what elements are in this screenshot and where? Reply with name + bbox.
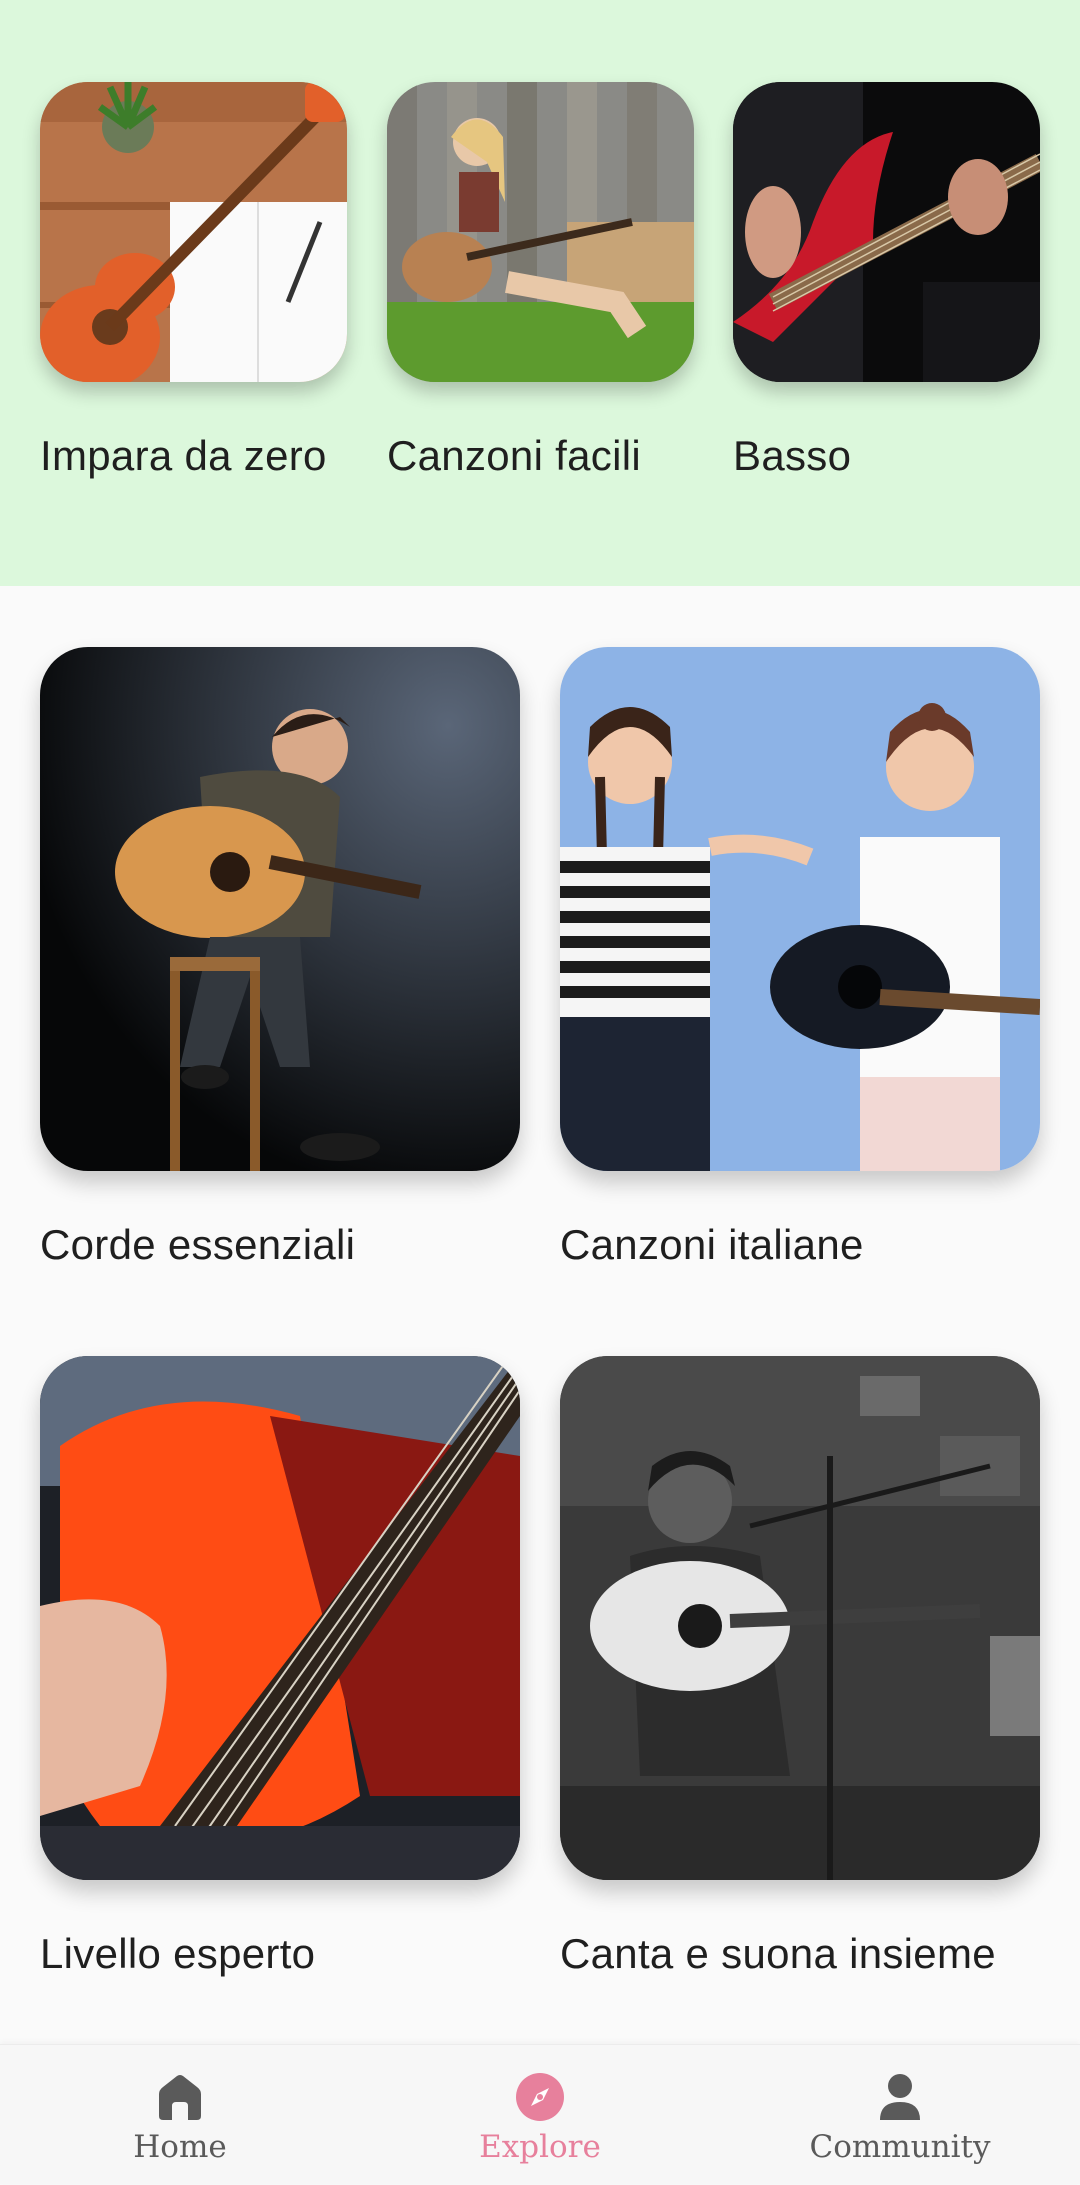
boy-on-stool-photo xyxy=(40,647,520,1171)
bottom-navigation: Home Explore Community xyxy=(0,2044,1080,2184)
grid-label: Canta e suona insieme xyxy=(560,1930,996,1977)
grid-label: Canzoni italiane xyxy=(560,1221,864,1268)
person-icon xyxy=(872,2069,928,2125)
grid-card-livello-esperto[interactable]: Livello esperto xyxy=(40,1356,520,1978)
girl-guitar-photo xyxy=(387,82,694,382)
singer-guitar-bw-photo xyxy=(560,1356,1040,1880)
nav-label: Home xyxy=(133,2129,227,2165)
red-guitar-closeup-photo xyxy=(40,1356,520,1880)
nav-label: Explore xyxy=(479,2129,601,2165)
carousel-label: Basso xyxy=(733,432,852,479)
grid-label: Corde essenziali xyxy=(40,1221,356,1268)
nav-item-explore[interactable]: Explore xyxy=(420,2045,660,2185)
nav-item-community[interactable]: Community xyxy=(780,2045,1020,2185)
ukulele-photo xyxy=(40,82,347,382)
featured-carousel: Impara da zero Canzoni facili Basso xyxy=(0,0,1080,586)
home-icon xyxy=(152,2069,208,2125)
carousel-label: Canzoni facili xyxy=(387,432,641,479)
two-girls-photo xyxy=(560,647,1040,1171)
compass-icon xyxy=(512,2069,568,2125)
carousel-card-basso[interactable]: Basso xyxy=(733,82,1040,480)
nav-label: Community xyxy=(809,2129,991,2165)
carousel-card-canzoni-facili[interactable]: Canzoni facili xyxy=(387,82,694,480)
grid-card-corde-essenziali[interactable]: Corde essenziali xyxy=(40,647,520,1269)
grid-label: Livello esperto xyxy=(40,1930,316,1977)
bass-guitar-photo xyxy=(733,82,1040,382)
grid-card-canzoni-italiane[interactable]: Canzoni italiane xyxy=(560,647,1040,1269)
carousel-card-impara-da-zero[interactable]: Impara da zero xyxy=(40,82,347,480)
carousel-label: Impara da zero xyxy=(40,432,327,479)
nav-item-home[interactable]: Home xyxy=(60,2045,300,2185)
grid-card-canta-e-suona-insieme[interactable]: Canta e suona insieme xyxy=(560,1356,1040,1978)
